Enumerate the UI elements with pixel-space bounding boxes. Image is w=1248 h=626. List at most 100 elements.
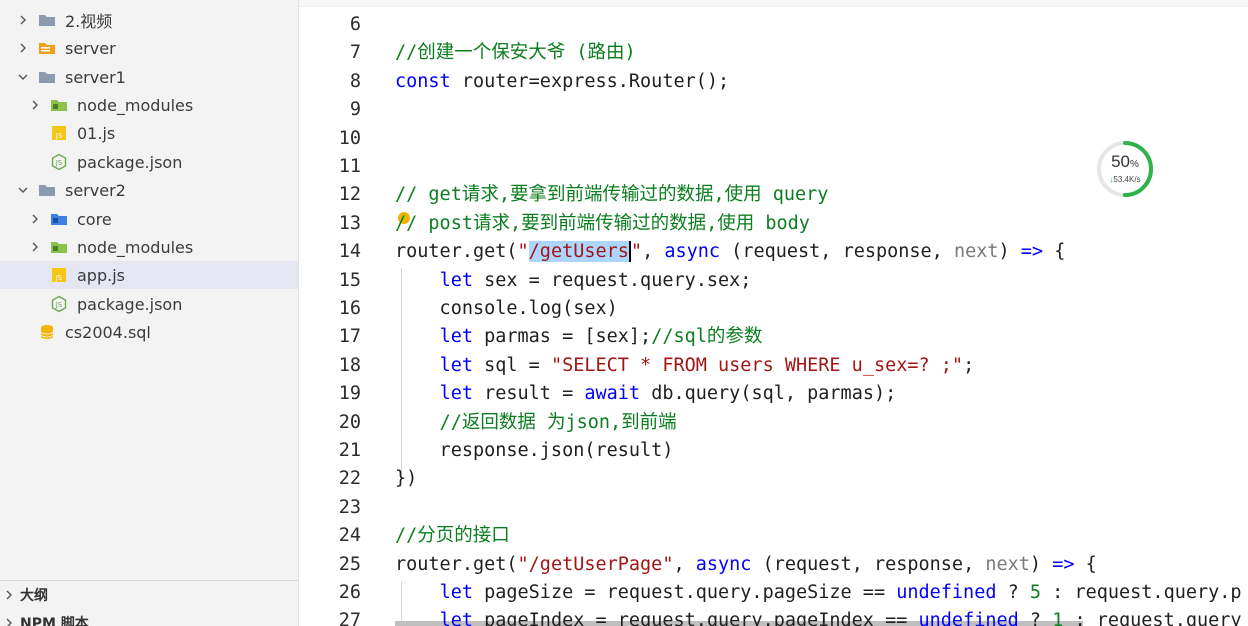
code-line[interactable]: 15 let sex = request.query.sex;	[299, 267, 1248, 295]
line-number: 11	[338, 156, 361, 177]
chevron-right-icon[interactable]	[16, 41, 30, 55]
line-code: //创建一个保安大爷 (路由)	[395, 39, 636, 67]
code-token: await	[584, 383, 641, 405]
code-token: "	[517, 241, 529, 263]
tree-item-label: package.json	[77, 152, 183, 172]
code-token: let	[439, 354, 473, 376]
code-line[interactable]: 13 // post请求,要到前端传输过的数据,使用 body	[299, 210, 1248, 238]
chevron-right-icon[interactable]	[16, 13, 30, 27]
code-line[interactable]: 24 //分页的接口	[299, 522, 1248, 550]
tree-item-label: app.js	[77, 265, 125, 285]
code-token: ,	[642, 241, 665, 263]
tree-item-label: cs2004.sql	[65, 322, 151, 342]
file-item[interactable]: JS package.json	[0, 148, 298, 176]
line-code: response.json(result)	[395, 437, 674, 465]
chevron-right-icon[interactable]	[28, 240, 42, 254]
file-item[interactable]: cs2004.sql	[0, 318, 298, 346]
code-token: router.get(	[395, 553, 518, 575]
speed-percent: 50%	[1111, 152, 1139, 171]
line-number: 22	[338, 468, 361, 490]
file-item[interactable]: JS app.js	[0, 261, 298, 289]
line-number: 10	[338, 127, 361, 149]
line-code: // post请求,要到前端传输过的数据,使用 body	[395, 210, 810, 238]
code-token: })	[395, 468, 418, 490]
code-line[interactable]: 18 let sql = "SELECT * FROM users WHERE …	[299, 352, 1248, 380]
line-number: 25	[338, 553, 361, 575]
code-line[interactable]: 14 router.get("/getUsers ", async (request…	[299, 238, 1248, 266]
npm-scripts-panel-header[interactable]: NPM 脚本	[0, 609, 298, 626]
folder-item[interactable]: node_modules	[0, 91, 298, 119]
chevron-down-icon[interactable]	[16, 70, 30, 84]
code-line[interactable]: 26 let pageSize = request.query.pageSize…	[299, 579, 1248, 607]
line-number: 12	[338, 184, 361, 206]
previous-line-fragment	[299, 0, 1248, 7]
code-line[interactable]: 6	[299, 11, 1248, 39]
code-token: db.query(sql, parmas);	[640, 383, 897, 405]
code-editor[interactable]: 6 7 //创建一个保安大爷 (路由) 8 const router=express.R…	[299, 0, 1248, 626]
folder-item[interactable]: server2	[0, 176, 298, 204]
line-code: let pageIndex = request.query.pageIndex …	[395, 607, 1242, 626]
chevron-right-icon	[2, 588, 16, 602]
code-token: // post请求,要到前端传输过的数据,使用 body	[395, 212, 810, 234]
chevron-down-icon[interactable]	[16, 183, 30, 197]
code-token: : request.query.p	[1041, 582, 1242, 603]
js-file-icon: JS	[50, 124, 68, 142]
code-token: //sql的参数	[651, 326, 763, 348]
code-line[interactable]: 21 response.json(result)	[299, 437, 1248, 465]
line-code: // get请求,要拿到前端传输过的数据,使用 query	[395, 181, 828, 209]
code-line[interactable]: 23	[299, 494, 1248, 522]
folder-icon	[38, 11, 56, 29]
code-token: result =	[472, 383, 585, 405]
explorer-sidebar: 2.视频 server server1 node_modules JS 01.js JS pa…	[0, 0, 299, 626]
code-line[interactable]: 8 const router=express.Router();	[299, 68, 1248, 96]
code-token: /getUsers	[528, 241, 629, 263]
code-token: ?	[1018, 610, 1053, 626]
folder-item[interactable]: node_modules	[0, 233, 298, 261]
code-token: response.json(result)	[395, 440, 674, 461]
folder-item[interactable]: server	[0, 34, 298, 62]
code-line[interactable]: 7 //创建一个保安大爷 (路由)	[299, 39, 1248, 67]
folder-core-icon	[50, 210, 68, 228]
line-number: 21	[338, 440, 361, 461]
folder-item[interactable]: core	[0, 205, 298, 233]
chevron-right-icon[interactable]	[28, 212, 42, 226]
folder-node-icon	[50, 238, 68, 256]
folder-item[interactable]: 2.视频	[0, 6, 298, 34]
svg-text:JS: JS	[55, 301, 63, 309]
code-line[interactable]: 16 console.log(sex)	[299, 295, 1248, 323]
code-token: next	[953, 241, 999, 263]
code-token: sql =	[472, 354, 551, 376]
panel-label: NPM 脚本	[20, 616, 89, 626]
code-line[interactable]: 27 let pageIndex = request.query.pageInd…	[299, 607, 1248, 626]
code-token: =>	[1020, 241, 1044, 263]
tree-item-label: 01.js	[77, 123, 116, 143]
folder-icon	[38, 181, 56, 199]
code-line[interactable]: 22})	[299, 465, 1248, 493]
file-item[interactable]: JS package.json	[0, 290, 298, 318]
code-line[interactable]: 17 let parmas = [sex];//sql的参数	[299, 323, 1248, 351]
line-number: 24	[338, 525, 361, 547]
chevron-right-icon	[2, 616, 16, 626]
line-number: 26	[338, 582, 361, 603]
tree-item-label: core	[77, 209, 112, 229]
code-line[interactable]: 9	[299, 96, 1248, 124]
line-number: 8	[349, 70, 361, 92]
code-token: router=express.Router();	[450, 70, 730, 92]
folder-item[interactable]: server1	[0, 63, 298, 91]
chevron-right-icon[interactable]	[28, 98, 42, 112]
code-token: async	[664, 241, 721, 263]
network-speed-widget[interactable]: 50% ↓53.4K/s	[1096, 140, 1154, 198]
code-token: (request, response,	[720, 241, 954, 263]
js-file-icon: JS	[50, 266, 68, 284]
code-line[interactable]: 25 router.get("/getUserPage", async (requ…	[299, 551, 1248, 579]
file-item[interactable]: JS 01.js	[0, 119, 298, 147]
code-line[interactable]: 19 let result = await db.query(sql, parm…	[299, 380, 1248, 408]
svg-text:JS: JS	[55, 274, 63, 282]
code-line[interactable]: 20 //返回数据 为json,到前端	[299, 409, 1248, 437]
database-file-icon	[38, 323, 56, 341]
svg-text:JS: JS	[55, 159, 63, 167]
outline-panel-header[interactable]: 大纲	[0, 581, 298, 609]
